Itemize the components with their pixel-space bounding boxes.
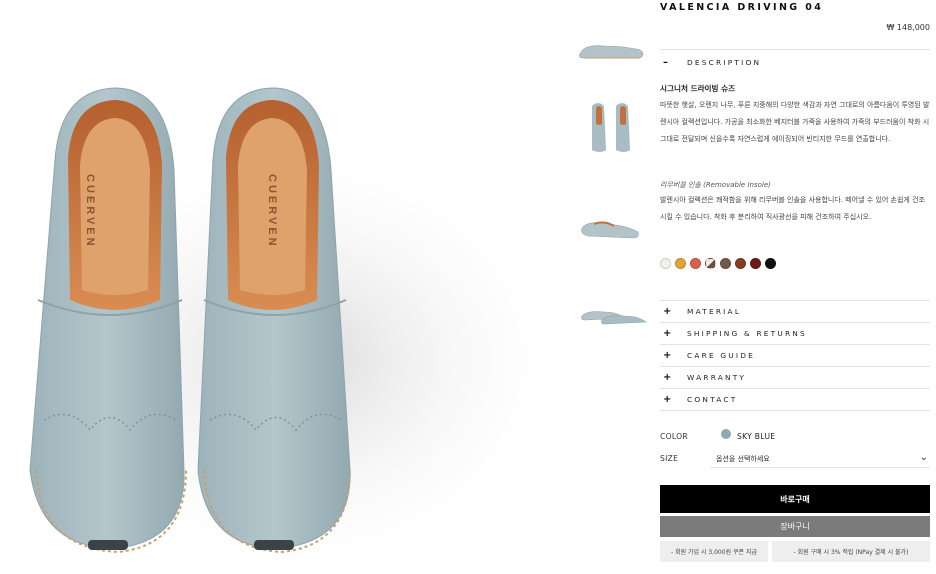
description-heading: 시그니처 드라이빙 슈즈 bbox=[660, 84, 736, 93]
thumbnail-top-view[interactable] bbox=[574, 96, 650, 156]
selected-color-name: SKY BLUE bbox=[737, 432, 776, 441]
shoe-angle-thumb-icon bbox=[581, 221, 639, 239]
size-select-placeholder: 옵션을 선택하세요 bbox=[716, 454, 770, 463]
description-body: 따뜻한 햇살, 오렌지 나무, 푸른 지중해의 다양한 색감과 자연 그대로의 … bbox=[660, 101, 930, 143]
size-select[interactable]: 옵션을 선택하세요 ⌄ bbox=[710, 450, 930, 468]
accordion-label: WARRANTY bbox=[687, 372, 747, 382]
thumbnail-gallery bbox=[574, 0, 650, 574]
brand-mark-left: CUERVEN bbox=[84, 174, 96, 249]
insole-body: 발렌시아 컬렉션은 쾌적함을 위해 리무버블 인솔을 사용합니다. 떼어낼 수 … bbox=[660, 196, 925, 221]
accordion-contact[interactable]: + CONTACT bbox=[660, 388, 930, 410]
color-option-label: COLOR bbox=[660, 432, 688, 441]
shoe-pair-illustration bbox=[20, 87, 560, 574]
thumbnail-pair-view[interactable] bbox=[574, 282, 650, 342]
add-to-cart-button[interactable]: 장바구니 bbox=[660, 516, 930, 537]
product-info-panel: VALENCIA DRIVING 04 ₩ 148,000 – DESCRIPT… bbox=[660, 0, 930, 574]
accordion-description[interactable]: – DESCRIPTION bbox=[660, 51, 930, 73]
color-swatch-black[interactable] bbox=[765, 258, 776, 269]
accordion-label: SHIPPING & RETURNS bbox=[687, 328, 807, 338]
color-swatch-olive-brown[interactable] bbox=[720, 258, 731, 269]
accordion-label: CONTACT bbox=[687, 394, 738, 404]
divider bbox=[660, 49, 930, 50]
minus-icon: – bbox=[663, 56, 668, 68]
color-swatch-burgundy[interactable] bbox=[750, 258, 761, 269]
size-option-label: SIZE bbox=[660, 454, 679, 463]
plus-icon: + bbox=[663, 371, 672, 383]
plus-icon: + bbox=[663, 305, 672, 317]
color-swatch-coral[interactable] bbox=[690, 258, 701, 269]
buy-now-button[interactable]: 바로구매 bbox=[660, 485, 930, 513]
product-title: VALENCIA DRIVING 04 bbox=[660, 2, 824, 13]
shoe-pair-thumb-icon bbox=[581, 311, 647, 325]
brand-mark-right: CUERVEN bbox=[266, 174, 278, 249]
shoe-side-thumb-icon bbox=[579, 45, 644, 59]
accordion-shipping-returns[interactable]: + SHIPPING & RETURNS bbox=[660, 322, 930, 344]
divider bbox=[660, 410, 930, 411]
accordion-warranty[interactable]: + WARRANTY bbox=[660, 366, 930, 388]
accordion-care-guide[interactable]: + CARE GUIDE bbox=[660, 344, 930, 366]
thumbnail-angle-view[interactable] bbox=[574, 198, 650, 258]
thumbnail-side-view[interactable] bbox=[574, 22, 650, 82]
color-swatch-mustard[interactable] bbox=[675, 258, 686, 269]
left-shoe bbox=[29, 87, 187, 554]
plus-icon: + bbox=[663, 393, 672, 405]
right-shoe bbox=[197, 87, 351, 554]
chevron-down-icon: ⌄ bbox=[919, 452, 928, 463]
accordion-label: DESCRIPTION bbox=[687, 57, 762, 67]
accordion-label: MATERIAL bbox=[687, 306, 742, 316]
main-product-image: CUERVEN CUERVEN bbox=[0, 0, 560, 574]
selected-color-dot[interactable] bbox=[721, 429, 731, 439]
product-price: ₩ 148,000 bbox=[886, 23, 930, 32]
accordion-label: CARE GUIDE bbox=[687, 350, 756, 360]
benefit-coupon-chip[interactable]: - 회원 가입 시 3,000원 쿠폰 지급 bbox=[660, 541, 768, 562]
accordion-material[interactable]: + MATERIAL bbox=[660, 300, 930, 322]
plus-icon: + bbox=[663, 327, 672, 339]
plus-icon: + bbox=[663, 349, 672, 361]
shoe-top-thumb-icon bbox=[592, 103, 630, 152]
color-swatch-two-tone[interactable] bbox=[705, 258, 716, 269]
color-swatch-white[interactable] bbox=[660, 258, 671, 269]
insole-heading: 리무버블 인솔 (Removable Insole) bbox=[660, 181, 771, 189]
benefit-points-chip[interactable]: - 회원 구매 시 3% 적립 (NPay 결제 시 불가) bbox=[772, 541, 930, 562]
color-swatch-list bbox=[660, 258, 776, 269]
color-swatch-rust[interactable] bbox=[735, 258, 746, 269]
